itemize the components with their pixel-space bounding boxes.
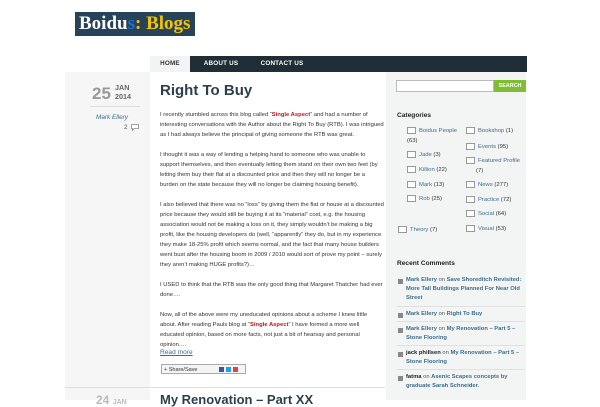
category-item[interactable]: Bookshop (1) bbox=[466, 127, 513, 136]
folder-icon bbox=[407, 151, 416, 158]
post-paragraph: I recently stumbled across this blog cal… bbox=[160, 112, 384, 138]
folder-icon bbox=[466, 225, 475, 232]
folder-icon bbox=[398, 226, 407, 233]
comment-bullet-icon bbox=[398, 376, 403, 381]
social-share-icon bbox=[219, 367, 238, 372]
folder-icon bbox=[466, 157, 475, 164]
plus-icon: + bbox=[164, 367, 168, 373]
nav-home[interactable]: HOME bbox=[150, 56, 190, 73]
nav-about-us[interactable]: ABOUT US bbox=[194, 56, 248, 72]
site-logo[interactable]: Boidus: Blogs bbox=[75, 12, 195, 36]
main-nav: HOME ABOUT US CONTACT US bbox=[150, 56, 527, 73]
category-count: (63) bbox=[407, 138, 418, 144]
single-aspect-link[interactable]: Single Aspect bbox=[250, 322, 288, 328]
divider bbox=[397, 369, 525, 370]
categories-title: Categories bbox=[397, 112, 432, 119]
recent-comments-title: Recent Comments bbox=[397, 260, 455, 267]
search-input[interactable] bbox=[396, 80, 494, 92]
post-paragraph: I USED to think that the RTB was the onl… bbox=[160, 282, 383, 298]
category-item[interactable]: Events (95) bbox=[466, 143, 508, 152]
category-item[interactable]: Theory (7) bbox=[398, 226, 437, 235]
divider bbox=[397, 306, 525, 307]
post-date-year: 2014 bbox=[115, 92, 131, 101]
recent-comment-item: fatma on Asenic Scapes concepts by gradu… bbox=[406, 374, 508, 389]
post-date-day: 25 bbox=[92, 84, 111, 103]
post-paragraph: I also believed that there was no “loss”… bbox=[160, 202, 384, 268]
category-item[interactable]: Boidus People bbox=[407, 127, 457, 136]
category-item[interactable]: News (277) bbox=[466, 181, 508, 190]
folder-icon bbox=[466, 127, 475, 134]
category-count: (7) bbox=[476, 168, 484, 174]
comment-bullet-icon bbox=[398, 313, 403, 318]
recent-comment-item: Mark Ellery on Right To Buy bbox=[406, 311, 483, 317]
divider bbox=[90, 106, 140, 107]
recent-comment-item: Mark Ellery on My Renovation – Part 5 – … bbox=[406, 326, 516, 341]
post-meta-column bbox=[65, 72, 151, 400]
folder-icon bbox=[466, 143, 475, 150]
category-item[interactable]: Practice (72) bbox=[466, 196, 511, 205]
share-save-label: Share/Save bbox=[168, 367, 198, 373]
share-save-button[interactable]: + Share/Save bbox=[161, 364, 246, 374]
category-item[interactable]: Social (64) bbox=[466, 210, 506, 219]
comment-count[interactable]: 2 bbox=[124, 124, 128, 131]
post-paragraph: Now, all of the above were my uneducated… bbox=[160, 312, 368, 348]
recent-comment-item: Mark Ellery on Save Shoreditch Revisited… bbox=[406, 277, 522, 301]
post-author-link[interactable]: Mark Ellery bbox=[96, 114, 128, 121]
post-paragraph: I thought it was a way of lending a help… bbox=[160, 152, 378, 188]
category-item[interactable]: Rob (25) bbox=[407, 195, 442, 204]
comment-bullet-icon bbox=[398, 328, 403, 333]
search-button[interactable]: SEARCH bbox=[494, 80, 526, 92]
divider bbox=[65, 387, 385, 388]
nav-contact-us[interactable]: CONTACT US bbox=[250, 56, 314, 72]
category-item[interactable]: Mark (13) bbox=[407, 181, 444, 190]
comment-bullet-icon bbox=[398, 279, 403, 284]
comment-bullet-icon bbox=[398, 352, 403, 357]
divider bbox=[397, 345, 525, 346]
folder-icon bbox=[466, 181, 475, 188]
category-item[interactable]: Jade (3) bbox=[407, 151, 441, 160]
folder-icon bbox=[407, 195, 416, 202]
folder-icon bbox=[407, 127, 416, 134]
read-more-link[interactable]: Read more bbox=[160, 349, 193, 356]
comment-bubble-icon[interactable] bbox=[131, 124, 139, 131]
post-date-month: JAN bbox=[115, 83, 130, 92]
recent-comment-item: jack phillsen on My Renovation – Part 5 … bbox=[406, 350, 520, 365]
folder-icon bbox=[466, 210, 475, 217]
folder-icon bbox=[466, 196, 475, 203]
folder-icon bbox=[407, 166, 416, 173]
post-body: I recently stumbled across this blog cal… bbox=[160, 110, 384, 360]
next-post-date: 24 JAN bbox=[96, 393, 127, 407]
category-item[interactable]: Featured Profile bbox=[466, 157, 520, 166]
single-aspect-link[interactable]: Single Aspect bbox=[272, 112, 310, 118]
divider bbox=[397, 321, 525, 322]
category-item[interactable]: Visual (53) bbox=[466, 225, 506, 234]
folder-icon bbox=[407, 181, 416, 188]
category-item[interactable]: Killion (22) bbox=[407, 166, 447, 175]
post-title[interactable]: Right To Buy bbox=[160, 82, 252, 99]
